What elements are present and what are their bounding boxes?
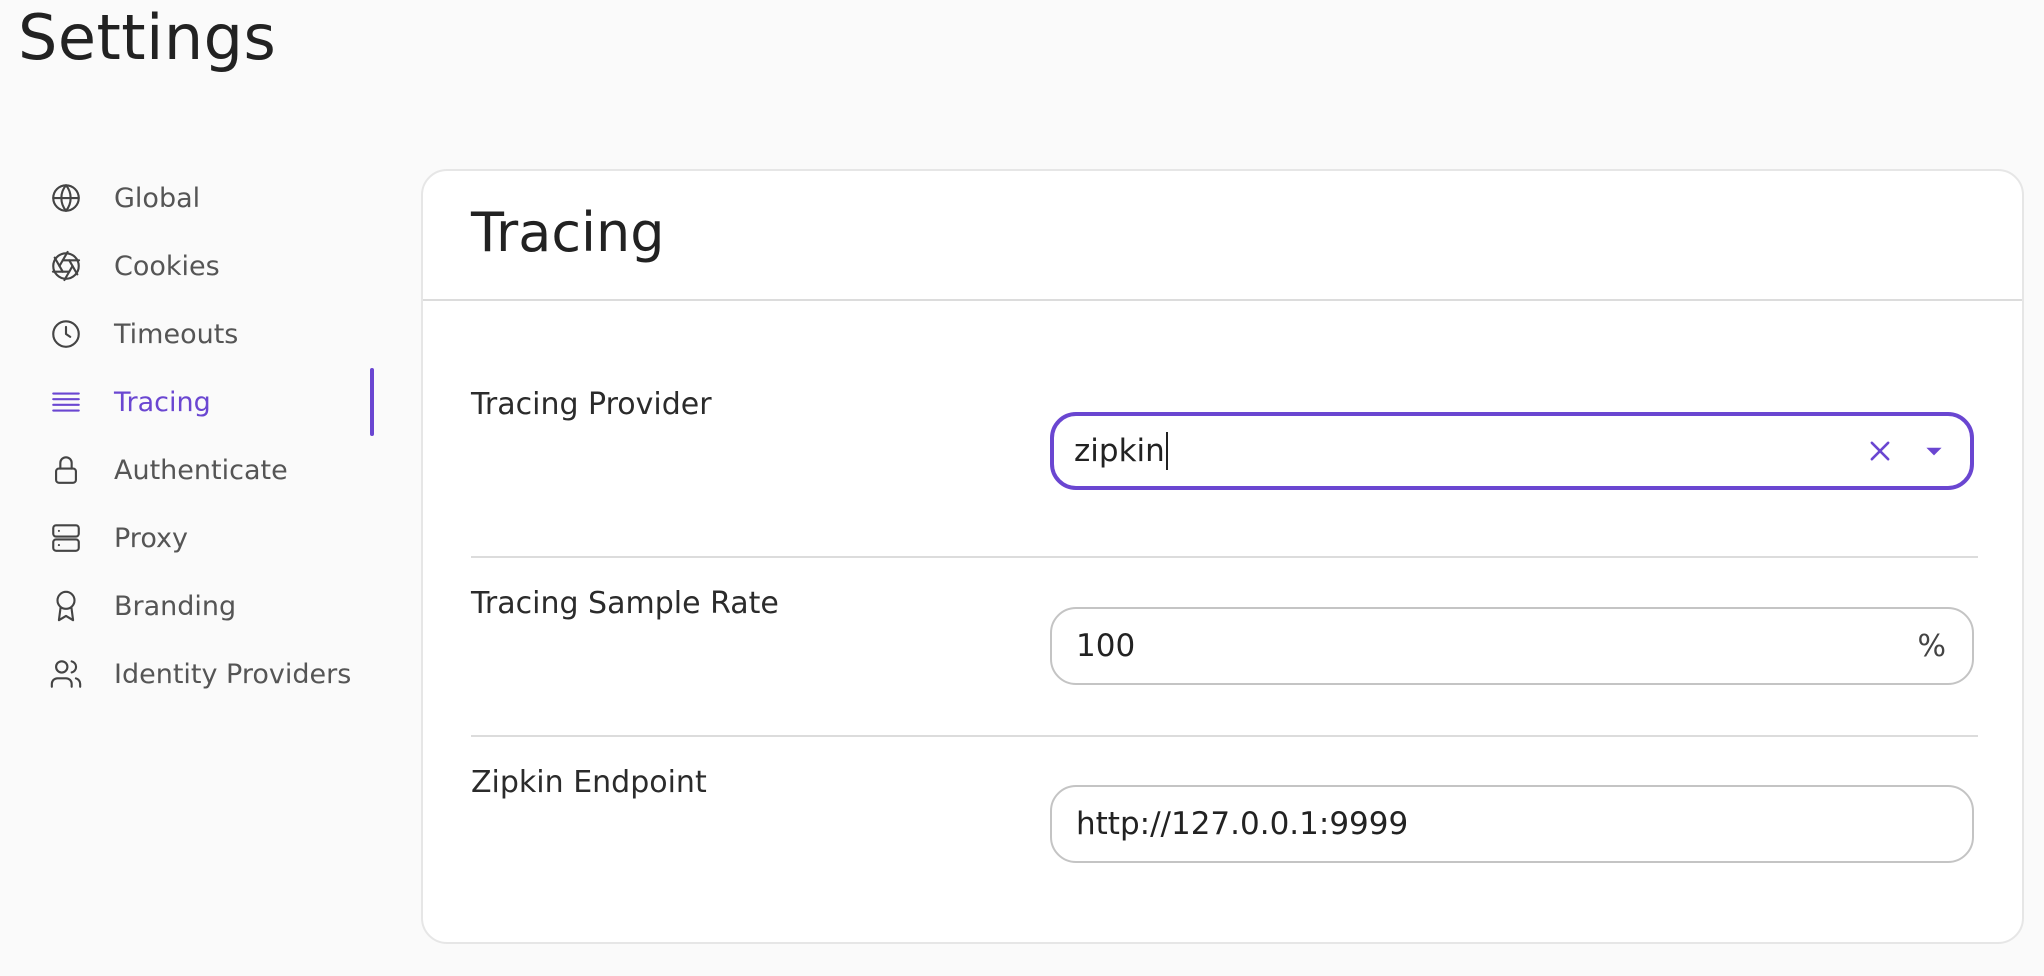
aperture-icon <box>49 249 83 283</box>
tracing-settings-card: Tracing Tracing Provider zipkin Tracing … <box>421 169 2024 944</box>
section-title: Tracing <box>471 201 665 264</box>
sidebar-item-label: Proxy <box>114 522 188 554</box>
tracing-sample-rate-value: 100 <box>1076 628 1136 664</box>
sidebar-item-label: Tracing <box>114 386 211 418</box>
row-divider <box>471 735 1978 737</box>
sidebar-item-label: Timeouts <box>114 318 239 350</box>
sidebar-item-label: Branding <box>114 590 237 622</box>
zipkin-endpoint-value: http://127.0.0.1:9999 <box>1076 806 1409 842</box>
text-caret <box>1165 432 1168 470</box>
sidebar-item-tracing[interactable]: Tracing <box>0 368 380 436</box>
sidebar-item-label: Authenticate <box>114 454 288 486</box>
tracing-sample-rate-input[interactable]: 100 % <box>1050 607 1974 685</box>
tracing-provider-label: Tracing Provider <box>471 387 712 422</box>
clock-icon <box>49 317 83 351</box>
tracing-provider-text: zipkin <box>1074 433 1165 469</box>
row-divider <box>471 556 1978 558</box>
zipkin-endpoint-label: Zipkin Endpoint <box>471 765 707 800</box>
clear-icon[interactable] <box>1862 433 1898 469</box>
lines-icon <box>49 385 83 419</box>
sidebar-item-authenticate[interactable]: Authenticate <box>0 436 380 504</box>
zipkin-endpoint-input[interactable]: http://127.0.0.1:9999 <box>1050 785 1974 863</box>
sidebar-item-global[interactable]: Global <box>0 164 380 232</box>
tracing-provider-value[interactable]: zipkin <box>1074 416 1168 486</box>
percent-suffix: % <box>1917 628 1946 664</box>
sidebar-item-branding[interactable]: Branding <box>0 572 380 640</box>
tracing-sample-rate-label: Tracing Sample Rate <box>471 586 779 621</box>
sidebar-item-proxy[interactable]: Proxy <box>0 504 380 572</box>
settings-sidebar: Global Cookies Timeouts Tracing Authenti… <box>0 164 380 708</box>
sidebar-item-cookies[interactable]: Cookies <box>0 232 380 300</box>
server-icon <box>49 521 83 555</box>
award-icon <box>49 589 83 623</box>
sidebar-item-identity-providers[interactable]: Identity Providers <box>0 640 380 708</box>
sidebar-item-label: Global <box>114 182 201 214</box>
sidebar-item-label: Identity Providers <box>114 658 352 690</box>
globe-icon <box>49 181 83 215</box>
page-title: Settings <box>18 1 277 74</box>
card-header: Tracing <box>423 171 2022 301</box>
lock-icon <box>49 453 83 487</box>
sidebar-item-timeouts[interactable]: Timeouts <box>0 300 380 368</box>
tracing-provider-select[interactable]: zipkin <box>1050 412 1974 490</box>
users-icon <box>49 657 83 691</box>
sidebar-item-label: Cookies <box>114 250 220 282</box>
caret-down-icon[interactable] <box>1916 433 1952 469</box>
